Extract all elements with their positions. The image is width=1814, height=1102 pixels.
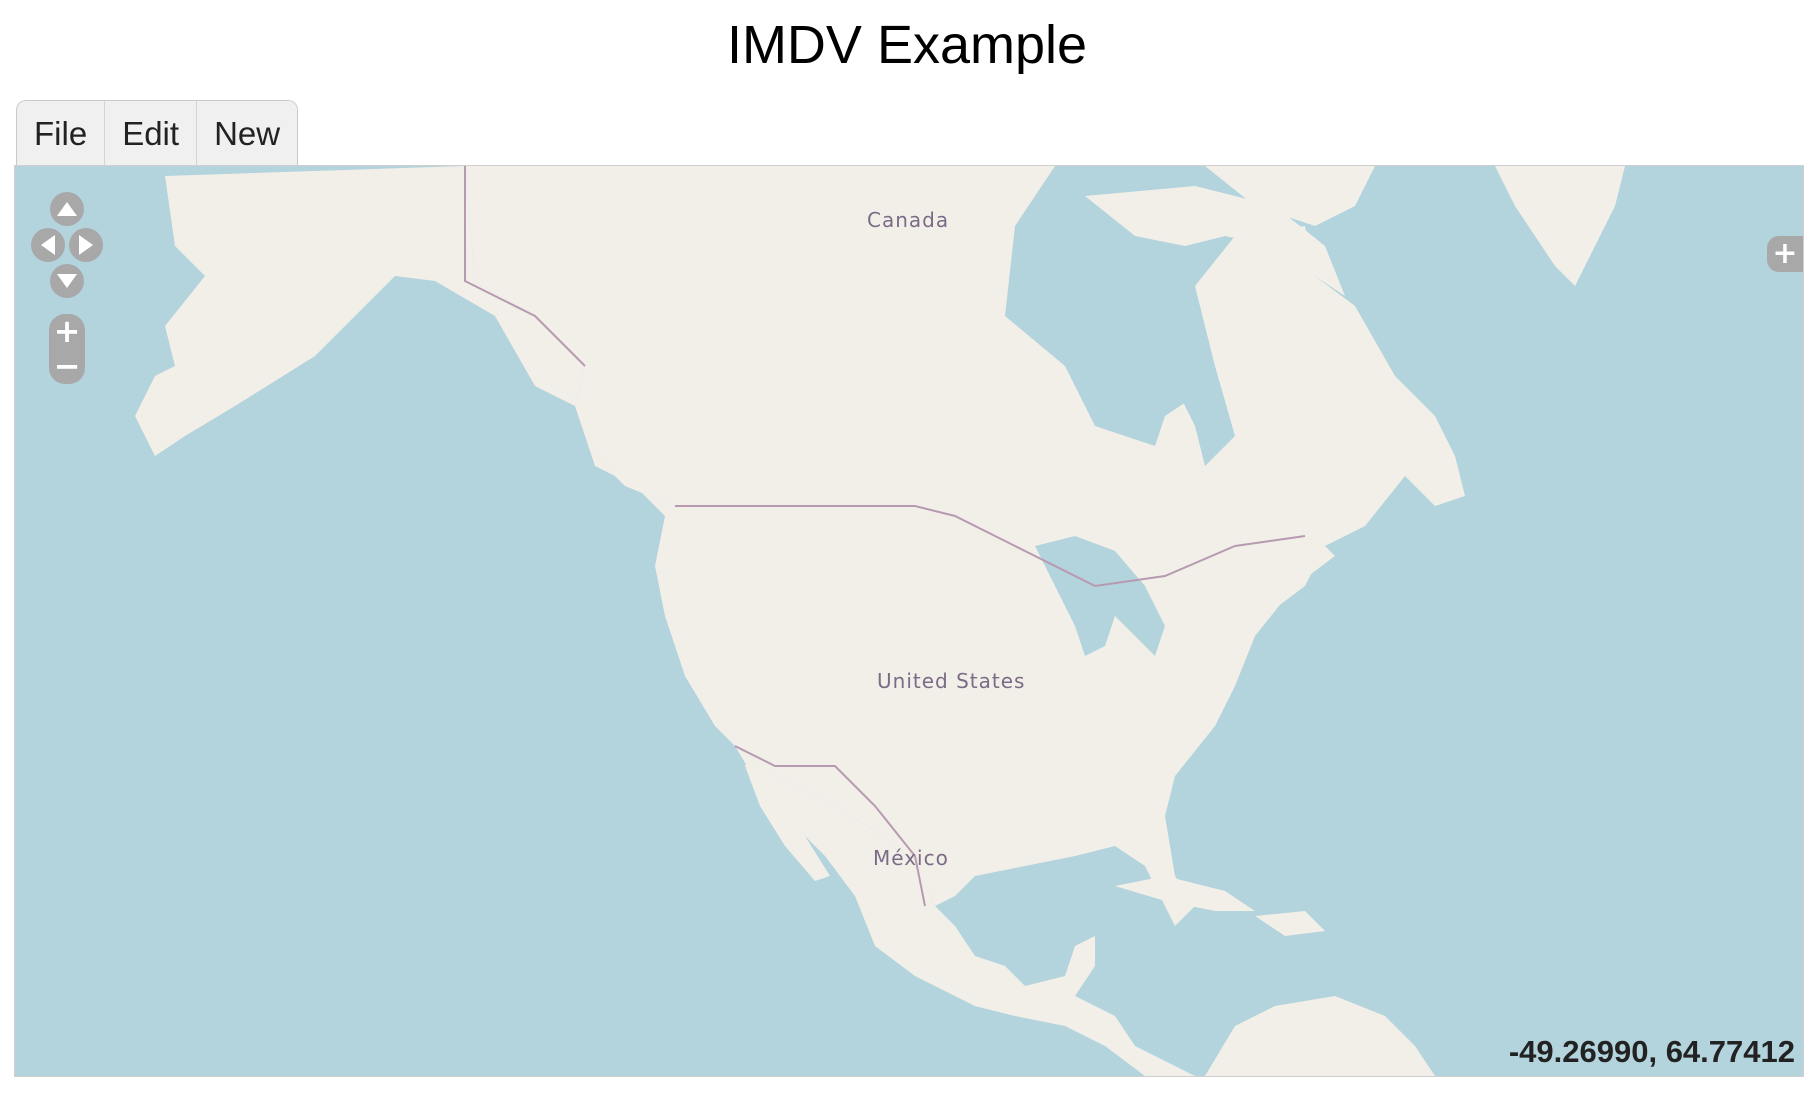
mouse-position-readout: -49.26990, 64.77412 [1508,1034,1795,1069]
map-viewport[interactable]: Canada United States México + − + -49.26… [14,165,1804,1077]
pan-up-icon[interactable] [50,192,84,226]
menu-bar: File Edit New [16,100,299,165]
menu-file[interactable]: File [17,101,106,165]
layer-switcher-button[interactable]: + [1767,236,1803,272]
zoom-out-button[interactable]: − [49,349,85,384]
page-title: IMDV Example [726,15,1088,75]
label-mexico: México [873,846,949,870]
map-basemap [15,166,1803,1076]
pan-control [31,192,103,298]
label-canada: Canada [867,208,950,232]
pan-left-icon[interactable] [31,228,65,262]
menu-new[interactable]: New [197,101,298,165]
pan-down-icon[interactable] [50,264,84,298]
zoom-in-button[interactable]: + [49,314,85,349]
label-united-states: United States [877,669,1026,693]
zoom-control: + − [49,314,85,384]
menu-edit[interactable]: Edit [105,101,198,165]
pan-right-icon[interactable] [69,228,103,262]
